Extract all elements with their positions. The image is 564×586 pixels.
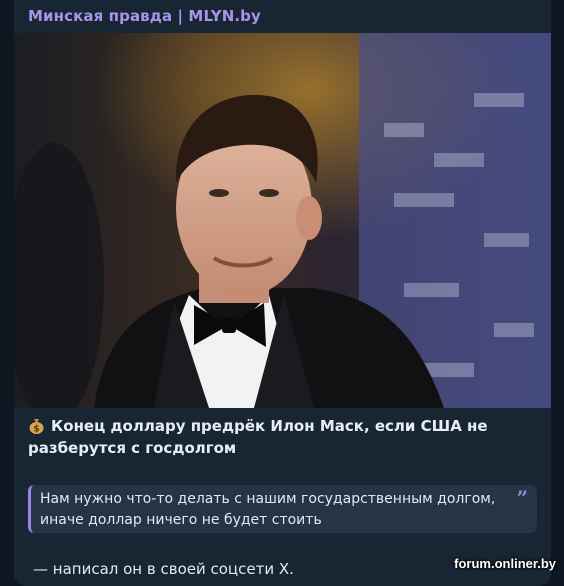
post-quote: Нам нужно что-то делать с нашим государс… [28, 485, 537, 533]
headline-text: Конец доллару предрёк Илон Маск, если СШ… [28, 417, 488, 457]
money-bag-icon: $ [28, 417, 45, 435]
message-bubble: Минская правда | MLYN.by $ Конец доллару… [14, 0, 551, 586]
quote-marks-icon: ” [516, 486, 528, 510]
watermark: forum.onliner.by [454, 556, 556, 571]
post-headline: $ Конец доллару предрёк Илон Маск, если … [28, 415, 538, 459]
photo-illustration [14, 33, 551, 408]
svg-text:$: $ [33, 425, 39, 435]
post-photo[interactable] [14, 33, 551, 408]
post-footer-text: — написал он в своей соцсети X. [33, 560, 294, 578]
quote-text: Нам нужно что-то делать с нашим государс… [40, 491, 496, 528]
channel-name[interactable]: Минская правда | MLYN.by [28, 7, 261, 25]
